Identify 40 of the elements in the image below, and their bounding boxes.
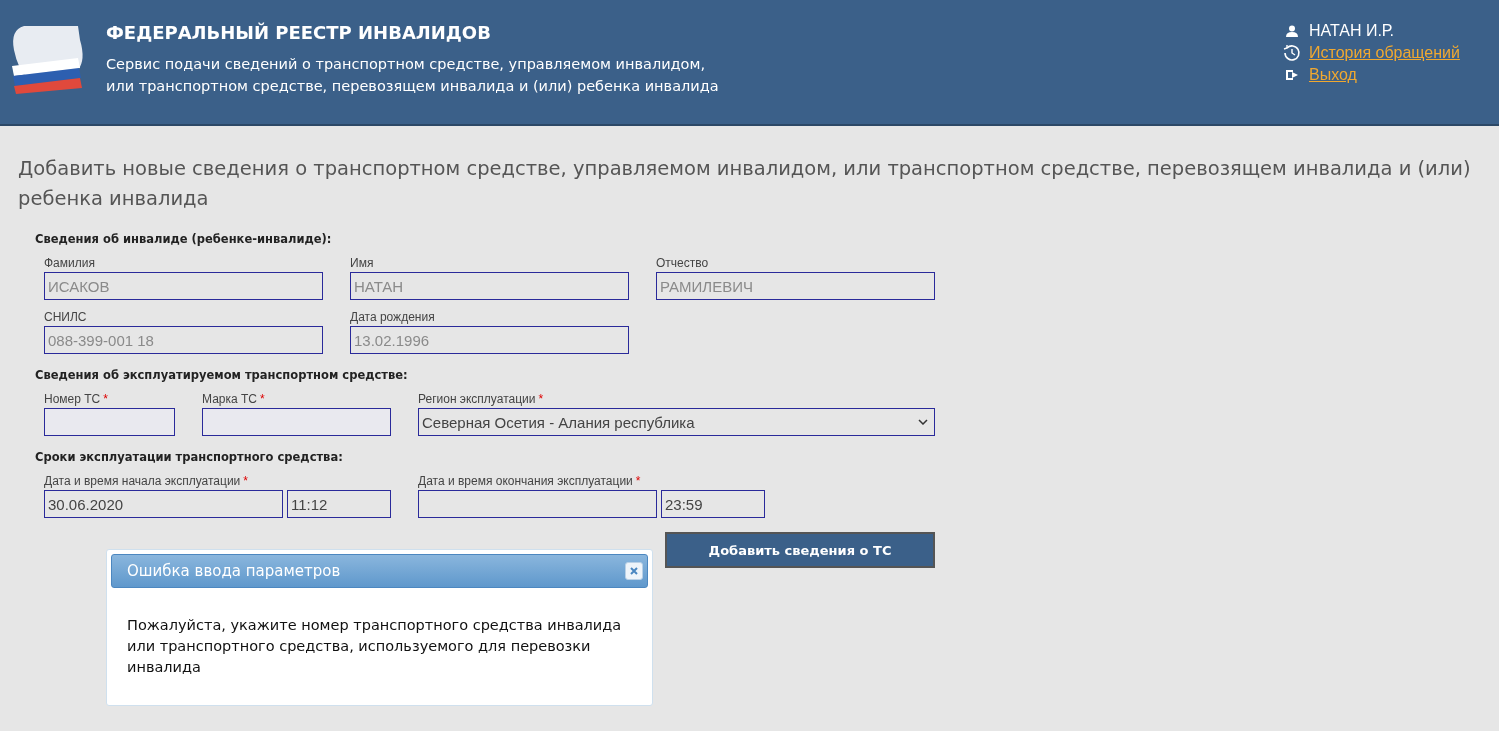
required-mark: *: [260, 392, 265, 406]
date-field[interactable]: 30.06.2020: [44, 490, 283, 518]
field-label: Дата и время окончания эксплуатации: [418, 474, 633, 488]
page-title: Добавить новые сведения о транспортном средстве, управляемом инвалидом, или транспортном средстве, перевозящем инвалида и (или) ребенка инвалида: [18, 156, 1472, 212]
text-field[interactable]: [44, 408, 175, 436]
section-title: Сведения об эксплуатируемом транспортном средстве:: [35, 368, 409, 382]
header-link[interactable]: История обращений: [1309, 44, 1460, 62]
close-button[interactable]: [625, 562, 643, 580]
region-select[interactable]: Северная Осетия - Алания республика: [418, 408, 935, 436]
field-label: Отчество: [656, 256, 709, 270]
required-mark: *: [243, 474, 248, 488]
header-link[interactable]: Выход: [1309, 66, 1357, 84]
chevron-down-icon: [918, 419, 928, 425]
field-label: Марка ТС: [202, 392, 257, 406]
field-label: Дата и время начала эксплуатации: [44, 474, 241, 488]
add-vehicle-button[interactable]: Добавить сведения о ТС: [665, 532, 935, 568]
required-mark: *: [538, 392, 544, 406]
field-label: Фамилия: [44, 256, 95, 270]
site-subtitle: или транспортном средстве, перевозящем инвалида и (или) ребенка инвалида: [106, 77, 719, 96]
site-subtitle: Сервис подачи сведений о транспортном средстве, управляемом инвалидом,: [106, 55, 707, 74]
user-icon: [1283, 25, 1301, 37]
time-field[interactable]: 23:59: [661, 490, 765, 518]
text-field[interactable]: [202, 408, 391, 436]
section-title: Сроки эксплуатации транспортного средства:: [35, 450, 344, 464]
field-label: СНИЛС: [44, 310, 87, 324]
dialog-title: Ошибка ввода параметров: [127, 562, 341, 580]
required-mark: *: [103, 392, 108, 406]
user-name: НАТАН И.Р.: [1309, 22, 1394, 40]
time-field[interactable]: 11:12: [287, 490, 391, 518]
section-title: Сведения об инвалиде (ребенке-инвалиде):: [35, 232, 333, 246]
site-title: ФЕДЕРАЛЬНЫЙ РЕЕСТР ИНВАЛИДОВ: [106, 22, 492, 43]
dialog-message: Пожалуйста, укажите номер транспортного средства инвалида или транспортного средства, используемого для перевозки инвалида: [126, 616, 623, 677]
field-label: Регион эксплуатации: [418, 392, 536, 406]
field-label: Номер ТС: [44, 392, 101, 406]
date-field[interactable]: [418, 490, 657, 518]
field-label: Дата рождения: [350, 310, 435, 324]
history-icon: [1283, 44, 1301, 62]
close-icon: [629, 566, 639, 576]
required-mark: *: [635, 474, 641, 488]
field-label: Имя: [350, 256, 374, 270]
